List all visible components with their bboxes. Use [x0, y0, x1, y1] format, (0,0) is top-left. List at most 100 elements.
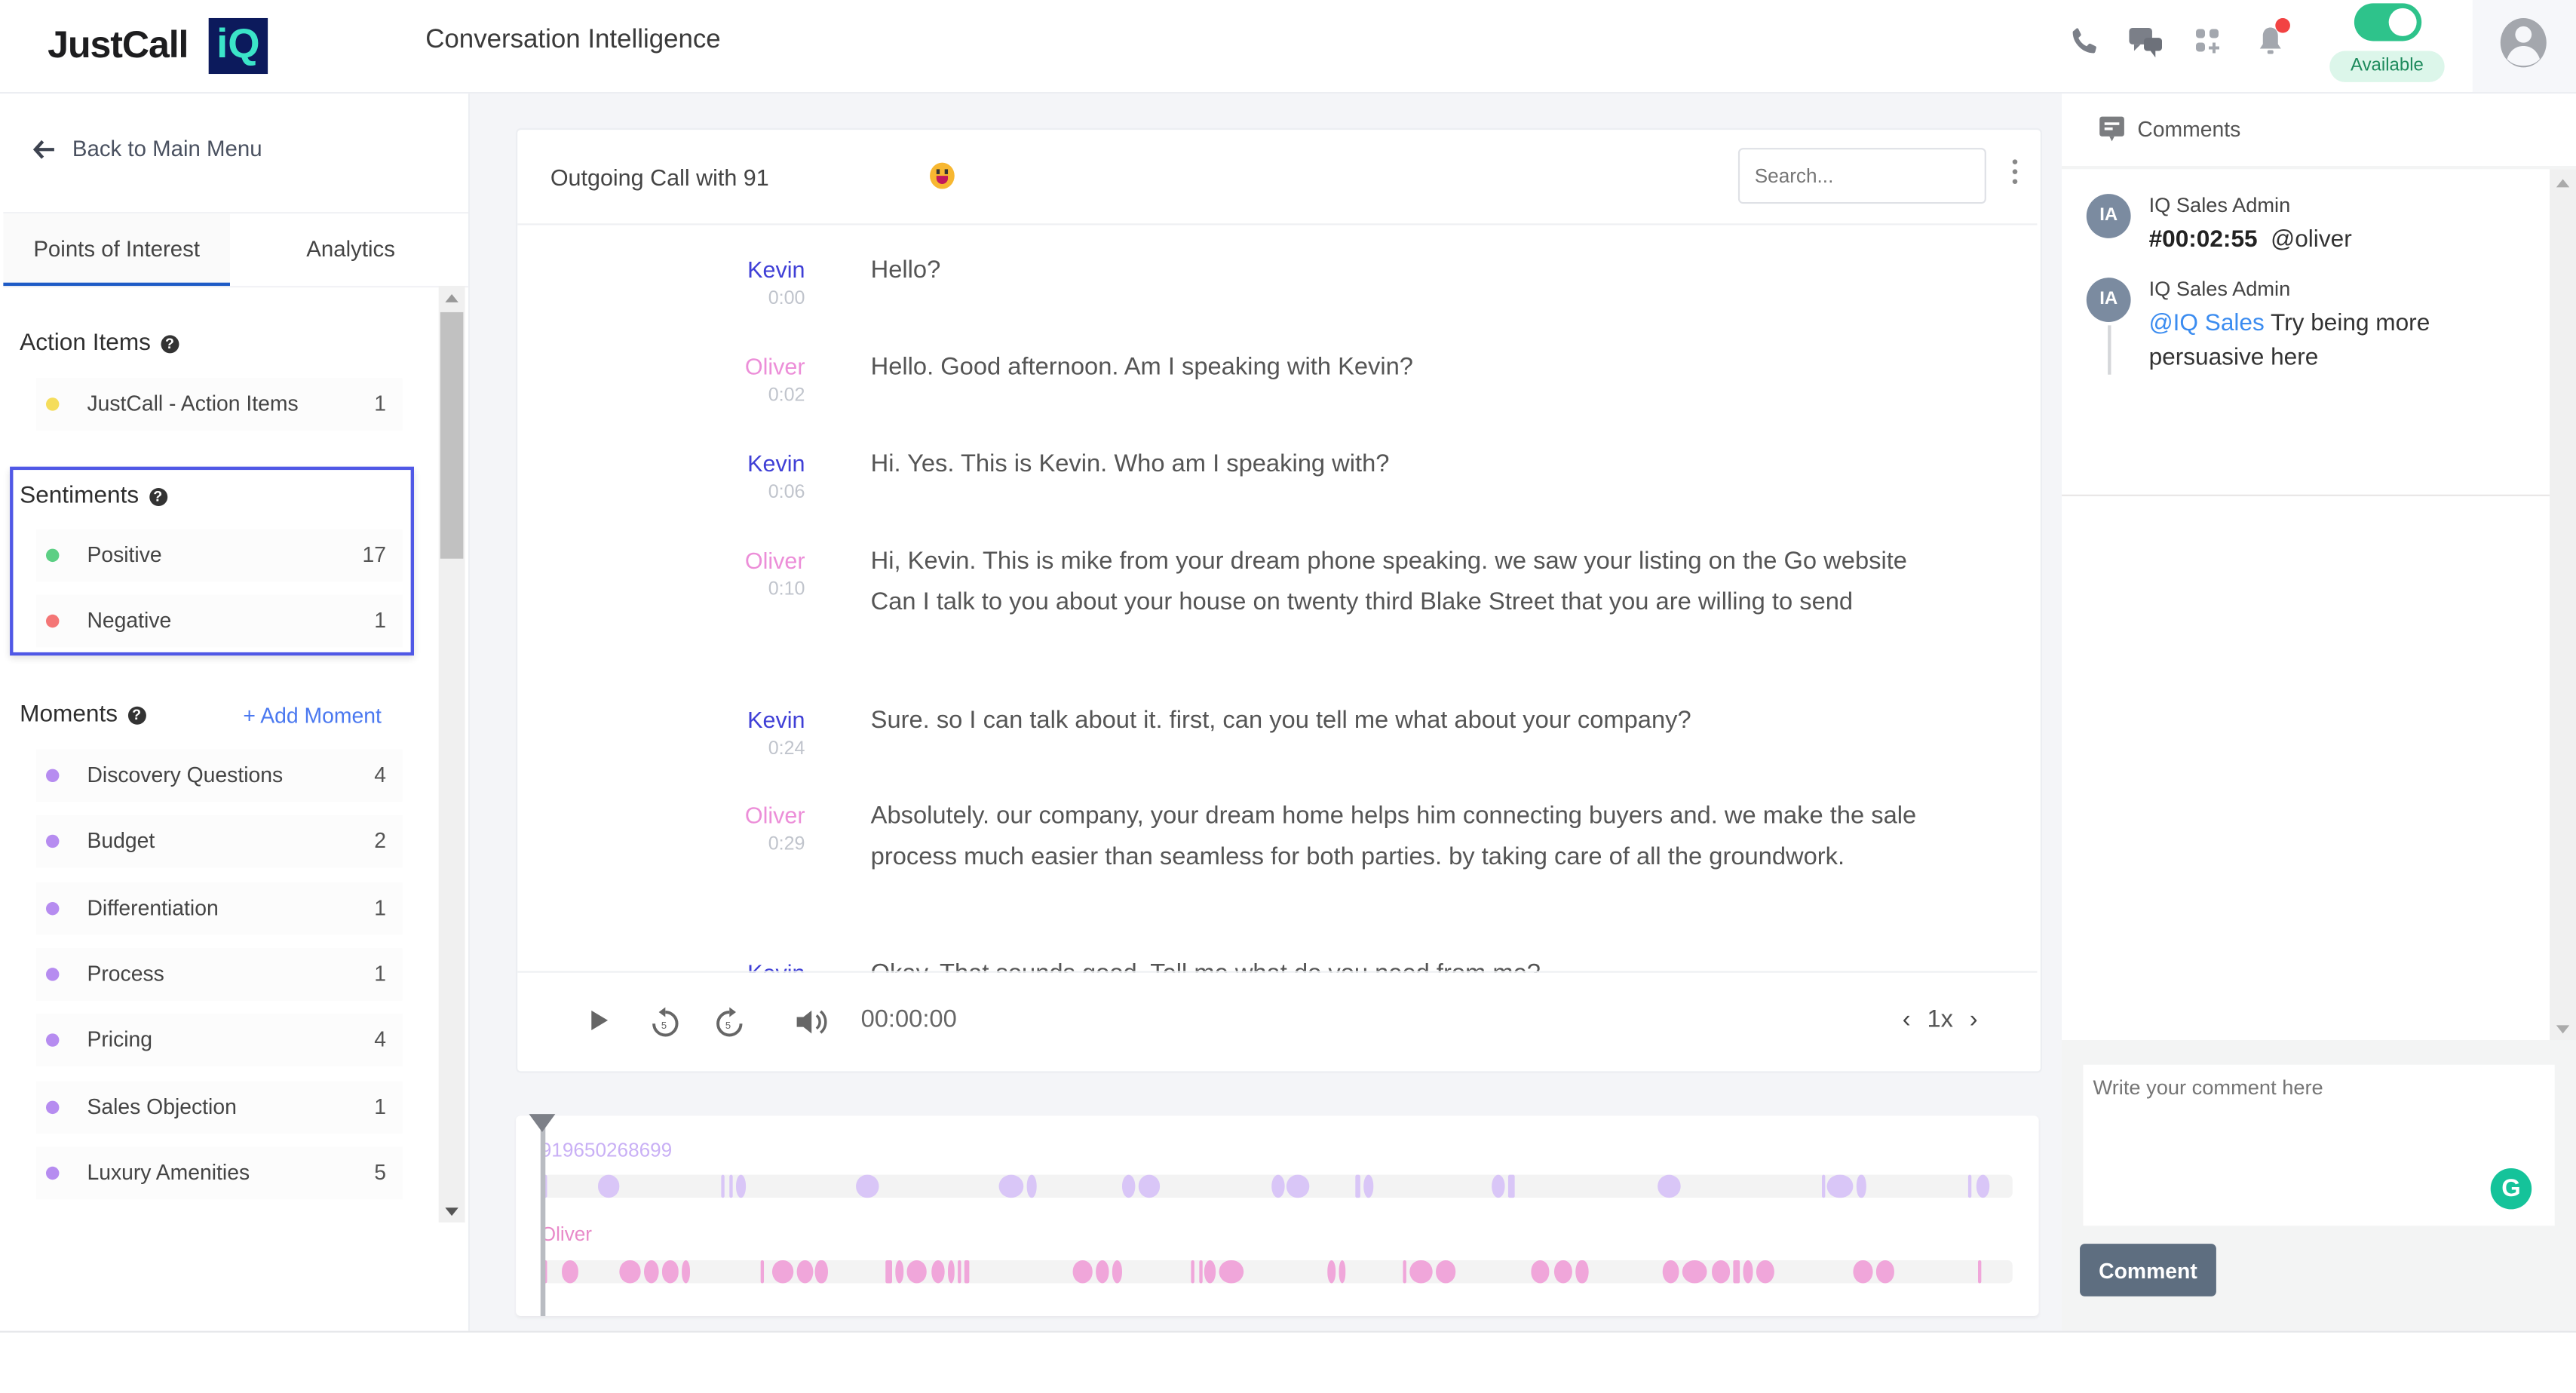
speech-segment[interactable]	[796, 1260, 813, 1284]
moment-item[interactable]: Luxury Amenities 5	[35, 1146, 403, 1199]
speech-segment[interactable]	[1554, 1260, 1572, 1284]
speech-segment[interactable]	[772, 1260, 794, 1284]
play-icon[interactable]	[590, 1009, 609, 1040]
utterance-timestamp[interactable]: 0:29	[768, 835, 805, 855]
speech-segment[interactable]	[998, 1174, 1024, 1198]
tab-points-of-interest[interactable]: Points of Interest	[3, 213, 230, 287]
speech-segment[interactable]	[736, 1174, 747, 1198]
speech-segment[interactable]	[1663, 1260, 1679, 1284]
speech-segment[interactable]	[1742, 1260, 1753, 1284]
speech-segment[interactable]	[1756, 1260, 1775, 1284]
speaker-name[interactable]: Kevin	[747, 450, 805, 477]
fast-forward-icon[interactable]: 5	[715, 1005, 744, 1046]
utterance-timestamp[interactable]: 0:24	[768, 739, 805, 759]
speech-segment[interactable]	[1026, 1174, 1038, 1198]
speech-segment[interactable]	[1403, 1260, 1406, 1284]
utterance-timestamp[interactable]: 0:06	[768, 483, 805, 502]
speech-segment[interactable]	[1198, 1260, 1203, 1284]
speech-segment[interactable]	[856, 1174, 879, 1198]
playhead-line[interactable]	[540, 1127, 546, 1317]
comment-input[interactable]	[2083, 1064, 2555, 1226]
speech-segment[interactable]	[1821, 1174, 1825, 1198]
speech-segment[interactable]	[1338, 1260, 1346, 1284]
speech-segment[interactable]	[1363, 1174, 1374, 1198]
speech-segment[interactable]	[1271, 1174, 1284, 1198]
speech-segment[interactable]	[1733, 1260, 1740, 1284]
speech-segment[interactable]	[643, 1260, 658, 1284]
speech-segment[interactable]	[894, 1260, 904, 1284]
speech-segment[interactable]	[1122, 1174, 1136, 1198]
speech-segment[interactable]	[958, 1260, 961, 1284]
speech-segment[interactable]	[1356, 1174, 1360, 1198]
help-icon[interactable]: ?	[161, 334, 179, 353]
bell-icon[interactable]	[2252, 17, 2292, 62]
comments-scrollbar[interactable]	[2550, 169, 2576, 1041]
back-to-main-menu-link[interactable]: Back to Main Menu	[32, 137, 262, 161]
availability-toggle[interactable]	[2354, 3, 2422, 41]
speech-segment[interactable]	[1286, 1174, 1309, 1198]
speech-segment[interactable]	[598, 1174, 621, 1198]
speech-segment[interactable]	[1410, 1260, 1433, 1284]
utterance-timestamp[interactable]: 0:00	[768, 289, 805, 308]
speech-segment[interactable]	[1491, 1174, 1504, 1198]
moment-item[interactable]: Discovery Questions 4	[35, 749, 403, 802]
sidebar-scrollbar[interactable]	[438, 286, 465, 1223]
timeline-track[interactable]	[544, 1260, 2013, 1284]
speaker-name[interactable]: Oliver	[745, 353, 805, 379]
speech-segment[interactable]	[1682, 1260, 1707, 1284]
volume-icon[interactable]	[793, 1005, 830, 1046]
speed-increase-icon[interactable]: ›	[1970, 1005, 1978, 1033]
speech-segment[interactable]	[682, 1260, 691, 1284]
scroll-down-arrow-icon[interactable]	[2556, 1025, 2570, 1034]
timeline-track[interactable]	[544, 1174, 2013, 1198]
sentiment-item-negative[interactable]: Negative 1	[35, 594, 403, 648]
utterance-timestamp[interactable]: 0:02	[768, 386, 805, 406]
transcript-search-input[interactable]	[1737, 148, 1986, 204]
speech-segment[interactable]	[561, 1260, 579, 1284]
scrollbar-thumb[interactable]	[440, 311, 464, 559]
speech-segment[interactable]	[1976, 1174, 1989, 1198]
speech-segment[interactable]	[1096, 1260, 1109, 1284]
playhead-handle[interactable]	[529, 1114, 556, 1133]
speech-segment[interactable]	[1435, 1260, 1456, 1284]
speech-segment[interactable]	[947, 1260, 955, 1284]
comment-timestamp-link[interactable]: #00:02:55	[2149, 227, 2258, 253]
phone-icon[interactable]	[2067, 23, 2106, 62]
speech-segment[interactable]	[1112, 1260, 1123, 1284]
speaker-name[interactable]: Kevin	[747, 256, 805, 283]
speech-segment[interactable]	[761, 1260, 765, 1284]
speech-segment[interactable]	[1657, 1174, 1681, 1198]
scroll-down-arrow-icon[interactable]	[445, 1207, 458, 1217]
speech-segment[interactable]	[1827, 1174, 1853, 1198]
speech-segment[interactable]	[1711, 1260, 1731, 1284]
speech-segment[interactable]	[1976, 1260, 1982, 1284]
grammarly-icon[interactable]: G	[2490, 1167, 2532, 1210]
speaker-name[interactable]: Oliver	[745, 802, 805, 828]
tab-analytics[interactable]: Analytics	[233, 213, 468, 286]
speech-segment[interactable]	[964, 1260, 970, 1284]
chat-icon[interactable]	[2126, 23, 2165, 62]
moment-item[interactable]: Sales Objection 1	[35, 1080, 403, 1134]
speech-segment[interactable]	[1508, 1174, 1515, 1198]
speech-segment[interactable]	[1857, 1174, 1866, 1198]
help-icon[interactable]: ?	[149, 486, 167, 505]
comment-submit-button[interactable]: Comment	[2080, 1244, 2216, 1296]
apps-icon[interactable]	[2190, 23, 2229, 62]
add-moment-link[interactable]: + Add Moment	[243, 703, 381, 728]
speech-segment[interactable]	[1191, 1260, 1195, 1284]
sentiment-item-positive[interactable]: Positive 17	[35, 529, 403, 582]
speech-segment[interactable]	[885, 1260, 892, 1284]
speech-segment[interactable]	[721, 1174, 725, 1198]
speaker-name[interactable]: Kevin	[747, 707, 805, 733]
speech-segment[interactable]	[1219, 1260, 1244, 1284]
speech-segment[interactable]	[728, 1174, 734, 1198]
speed-decrease-icon[interactable]: ‹	[1903, 1005, 1911, 1033]
speech-segment[interactable]	[1326, 1260, 1336, 1284]
speech-segment[interactable]	[1968, 1174, 1972, 1198]
help-icon[interactable]: ?	[127, 705, 146, 724]
speech-segment[interactable]	[1576, 1260, 1588, 1284]
speech-segment[interactable]	[661, 1260, 679, 1284]
user-avatar-button[interactable]	[2472, 0, 2576, 92]
moment-item[interactable]: Budget 2	[35, 815, 403, 868]
speech-segment[interactable]	[1138, 1174, 1161, 1198]
